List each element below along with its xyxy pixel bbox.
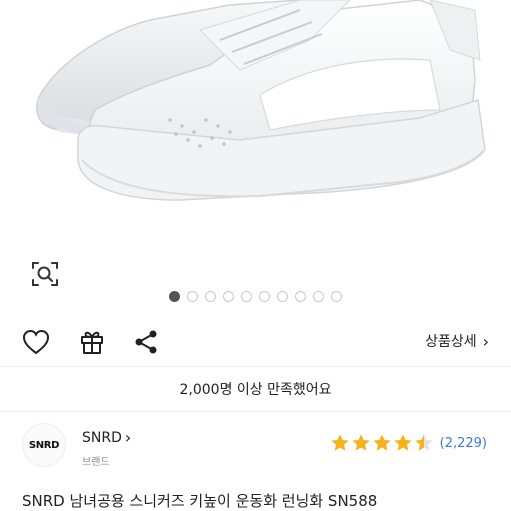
action-bar: 상품상세 › bbox=[0, 320, 511, 364]
sneaker-illustration bbox=[35, 0, 486, 201]
brand-logo[interactable]: SNRD bbox=[22, 423, 66, 467]
pager-dot[interactable] bbox=[241, 290, 252, 302]
pager-dot[interactable] bbox=[169, 290, 180, 302]
chevron-right-icon: › bbox=[124, 428, 132, 447]
pager-dot[interactable] bbox=[313, 290, 324, 302]
star-icon bbox=[415, 434, 433, 451]
share-icon bbox=[135, 330, 157, 354]
image-pager[interactable] bbox=[0, 289, 511, 303]
magnifier-scan-icon bbox=[32, 262, 58, 286]
pager-dot[interactable] bbox=[331, 290, 342, 302]
product-image[interactable] bbox=[0, 0, 511, 250]
pager-dot[interactable] bbox=[277, 290, 288, 302]
star-icon bbox=[331, 434, 349, 451]
product-detail-link[interactable]: 상품상세 › bbox=[425, 331, 489, 351]
pager-dot[interactable] bbox=[205, 290, 216, 302]
wishlist-button[interactable] bbox=[20, 326, 52, 358]
chevron-right-icon: › bbox=[482, 331, 489, 351]
product-detail-label: 상품상세 bbox=[425, 334, 477, 350]
image-search-button[interactable] bbox=[28, 257, 62, 291]
star-icon bbox=[394, 434, 412, 451]
share-button[interactable] bbox=[130, 326, 162, 358]
rating-summary[interactable]: (2,229) bbox=[330, 433, 487, 453]
brand-link[interactable]: SNRD › bbox=[82, 428, 131, 447]
product-title: SNRD 남녀공용 스니커즈 키높이 운동화 런닝화 SN588 bbox=[22, 492, 378, 510]
pager-dot[interactable] bbox=[295, 290, 306, 302]
pager-dot[interactable] bbox=[187, 290, 198, 302]
star-icon bbox=[373, 434, 391, 451]
brand-name: SNRD bbox=[82, 429, 122, 446]
review-count[interactable]: (2,229) bbox=[440, 436, 487, 451]
divider bbox=[0, 411, 511, 412]
star-rating bbox=[330, 433, 434, 453]
satisfaction-banner: 2,000명 이상 만족했어요 bbox=[179, 382, 332, 398]
pager-dot[interactable] bbox=[223, 290, 234, 302]
heart-icon bbox=[22, 329, 50, 355]
star-icon bbox=[352, 434, 370, 451]
brand-sub-label: 브랜드 bbox=[82, 457, 110, 468]
pager-dot[interactable] bbox=[259, 290, 270, 302]
gift-icon bbox=[81, 331, 103, 354]
gift-button[interactable] bbox=[76, 326, 108, 358]
